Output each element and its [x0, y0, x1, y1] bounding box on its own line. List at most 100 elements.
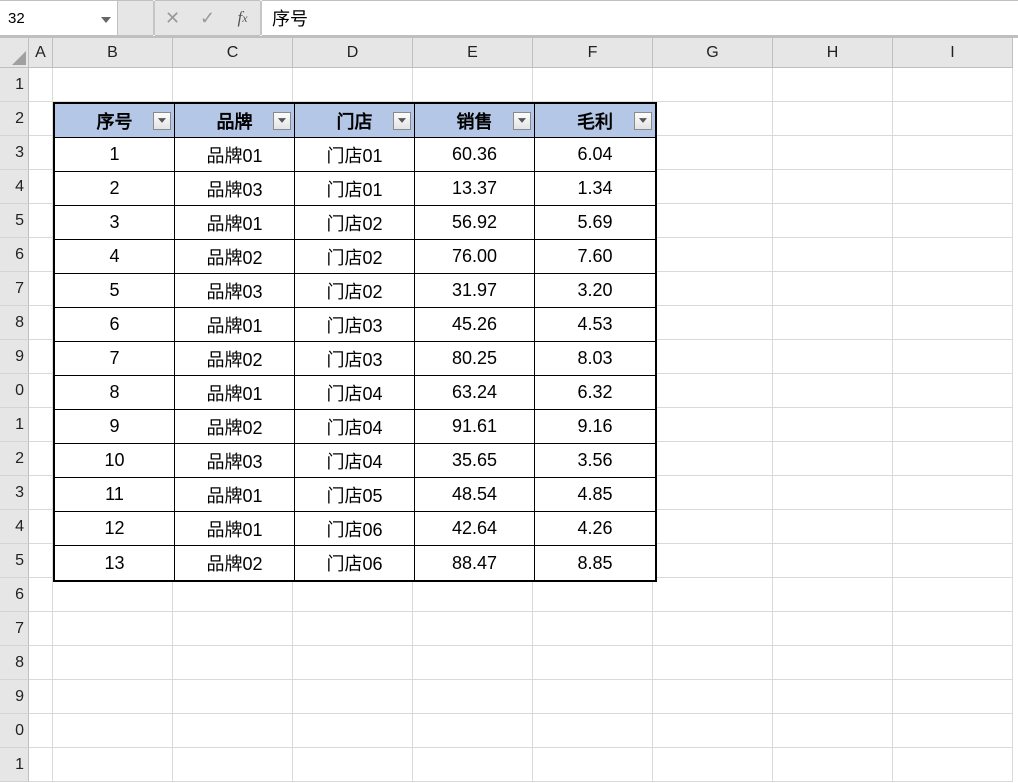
column-header-A[interactable]: A	[29, 38, 53, 68]
row-header-8[interactable]: 8	[0, 306, 29, 340]
table-cell[interactable]: 10	[55, 444, 175, 478]
table-cell[interactable]: 门店02	[295, 240, 415, 274]
table-cell[interactable]: 56.92	[415, 206, 535, 240]
table-cell[interactable]: 3	[55, 206, 175, 240]
table-cell[interactable]: 76.00	[415, 240, 535, 274]
table-cell[interactable]: 门店04	[295, 444, 415, 478]
table-cell[interactable]: 7	[55, 342, 175, 376]
table-cell[interactable]: 1.34	[535, 172, 655, 206]
row-header-15[interactable]: 5	[0, 544, 29, 578]
table-cell[interactable]: 门店01	[295, 172, 415, 206]
sheet-area[interactable]: 序号品牌门店销售毛利1品牌01门店0160.366.042品牌03门店0113.…	[29, 68, 1018, 782]
table-cell[interactable]: 品牌01	[175, 512, 295, 546]
row-header-3[interactable]: 3	[0, 136, 29, 170]
column-header-F[interactable]: F	[533, 38, 653, 68]
row-header-12[interactable]: 2	[0, 442, 29, 476]
column-header-H[interactable]: H	[773, 38, 893, 68]
table-cell[interactable]: 4.26	[535, 512, 655, 546]
table-cell[interactable]: 门店03	[295, 308, 415, 342]
table-cell[interactable]: 门店06	[295, 512, 415, 546]
table-cell[interactable]: 13	[55, 546, 175, 580]
table-cell[interactable]: 13.37	[415, 172, 535, 206]
column-header-D[interactable]: D	[293, 38, 413, 68]
row-header-9[interactable]: 9	[0, 340, 29, 374]
row-header-5[interactable]: 5	[0, 204, 29, 238]
table-cell[interactable]: 品牌02	[175, 546, 295, 580]
table-cell[interactable]: 7.60	[535, 240, 655, 274]
row-header-11[interactable]: 1	[0, 408, 29, 442]
cancel-icon[interactable]: ✕	[155, 1, 190, 35]
column-header-I[interactable]: I	[893, 38, 1013, 68]
table-cell[interactable]: 80.25	[415, 342, 535, 376]
table-cell[interactable]: 门店02	[295, 274, 415, 308]
table-cell[interactable]: 11	[55, 478, 175, 512]
table-cell[interactable]: 63.24	[415, 376, 535, 410]
table-cell[interactable]: 品牌03	[175, 172, 295, 206]
table-cell[interactable]: 45.26	[415, 308, 535, 342]
table-cell[interactable]: 91.61	[415, 410, 535, 444]
table-cell[interactable]: 门店05	[295, 478, 415, 512]
column-header-B[interactable]: B	[53, 38, 173, 68]
row-header-4[interactable]: 4	[0, 170, 29, 204]
table-cell[interactable]: 9	[55, 410, 175, 444]
table-cell[interactable]: 门店02	[295, 206, 415, 240]
table-cell[interactable]: 6	[55, 308, 175, 342]
row-header-14[interactable]: 4	[0, 510, 29, 544]
table-cell[interactable]: 门店04	[295, 376, 415, 410]
table-cell[interactable]: 门店06	[295, 546, 415, 580]
row-header-2[interactable]: 2	[0, 102, 29, 136]
table-cell[interactable]: 门店01	[295, 138, 415, 172]
row-header-10[interactable]: 0	[0, 374, 29, 408]
row-header-16[interactable]: 6	[0, 578, 29, 612]
filter-dropdown-icon[interactable]	[513, 112, 531, 130]
table-cell[interactable]: 1	[55, 138, 175, 172]
table-cell[interactable]: 品牌03	[175, 274, 295, 308]
table-cell[interactable]: 4.85	[535, 478, 655, 512]
table-cell[interactable]: 8	[55, 376, 175, 410]
table-cell[interactable]: 品牌02	[175, 240, 295, 274]
table-cell[interactable]: 3.20	[535, 274, 655, 308]
name-box[interactable]: 32	[0, 0, 118, 36]
table-cell[interactable]: 品牌02	[175, 410, 295, 444]
column-header-G[interactable]: G	[653, 38, 773, 68]
select-all-triangle[interactable]	[0, 38, 29, 68]
row-header-13[interactable]: 3	[0, 476, 29, 510]
row-header-20[interactable]: 0	[0, 714, 29, 748]
table-cell[interactable]: 48.54	[415, 478, 535, 512]
column-header-E[interactable]: E	[413, 38, 533, 68]
filter-dropdown-icon[interactable]	[153, 112, 171, 130]
table-cell[interactable]: 60.36	[415, 138, 535, 172]
row-header-1[interactable]: 1	[0, 68, 29, 102]
enter-icon[interactable]: ✓	[190, 1, 225, 35]
table-cell[interactable]: 8.85	[535, 546, 655, 580]
table-cell[interactable]: 4.53	[535, 308, 655, 342]
table-cell[interactable]: 3.56	[535, 444, 655, 478]
table-cell[interactable]: 门店03	[295, 342, 415, 376]
row-header-7[interactable]: 7	[0, 272, 29, 306]
table-cell[interactable]: 品牌01	[175, 308, 295, 342]
row-header-17[interactable]: 7	[0, 612, 29, 646]
formula-input[interactable]: 序号	[262, 0, 1018, 36]
table-cell[interactable]: 6.04	[535, 138, 655, 172]
table-cell[interactable]: 6.32	[535, 376, 655, 410]
table-cell[interactable]: 品牌01	[175, 478, 295, 512]
table-cell[interactable]: 9.16	[535, 410, 655, 444]
table-cell[interactable]: 品牌03	[175, 444, 295, 478]
filter-dropdown-icon[interactable]	[393, 112, 411, 130]
table-cell[interactable]: 品牌01	[175, 376, 295, 410]
row-header-19[interactable]: 9	[0, 680, 29, 714]
table-cell[interactable]: 品牌01	[175, 206, 295, 240]
column-header-C[interactable]: C	[173, 38, 293, 68]
table-cell[interactable]: 2	[55, 172, 175, 206]
table-cell[interactable]: 品牌02	[175, 342, 295, 376]
filter-dropdown-icon[interactable]	[273, 112, 291, 130]
table-cell[interactable]: 门店04	[295, 410, 415, 444]
table-cell[interactable]: 品牌01	[175, 138, 295, 172]
table-cell[interactable]: 12	[55, 512, 175, 546]
filter-dropdown-icon[interactable]	[634, 112, 652, 130]
chevron-down-icon[interactable]	[101, 10, 111, 27]
table-cell[interactable]: 8.03	[535, 342, 655, 376]
table-cell[interactable]: 42.64	[415, 512, 535, 546]
row-header-18[interactable]: 8	[0, 646, 29, 680]
table-cell[interactable]: 5.69	[535, 206, 655, 240]
